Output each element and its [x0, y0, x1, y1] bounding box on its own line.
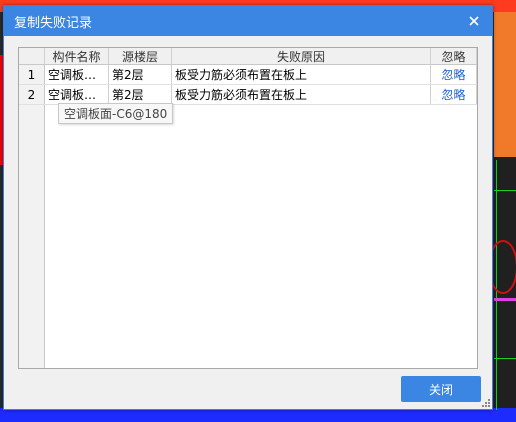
- bg-line: [494, 358, 516, 359]
- ignore-link[interactable]: 忽略: [431, 65, 477, 84]
- ignore-link[interactable]: 忽略: [431, 85, 477, 104]
- close-button[interactable]: 关闭: [401, 376, 481, 402]
- table-row[interactable]: 2 空调板… 第2层 板受力筋必须布置在板上 忽略: [19, 85, 477, 105]
- column-header-reason[interactable]: 失败原因: [172, 48, 431, 64]
- row-number: 1: [19, 65, 45, 84]
- failure-table: 构件名称 源楼层 失败原因 忽略 1 空调板… 第2层 板受力筋必须布置在板上 …: [18, 47, 478, 369]
- cell-failure-reason[interactable]: 板受力筋必须布置在板上: [172, 85, 431, 104]
- cell-failure-reason[interactable]: 板受力筋必须布置在板上: [172, 65, 431, 84]
- bg-shape: [494, 12, 516, 157]
- cell-source-floor[interactable]: 第2层: [109, 65, 172, 84]
- header-corner: [19, 48, 45, 64]
- bg-line: [494, 190, 516, 191]
- bg-line: [494, 298, 516, 301]
- column-header-floor[interactable]: 源楼层: [109, 48, 172, 64]
- cell-component-name[interactable]: 空调板…: [45, 65, 109, 84]
- close-icon[interactable]: [464, 11, 484, 31]
- dialog-title: 复制失败记录: [14, 15, 93, 31]
- table-row[interactable]: 1 空调板… 第2层 板受力筋必须布置在板上 忽略: [19, 65, 477, 85]
- cell-source-floor[interactable]: 第2层: [109, 85, 172, 104]
- bg-shape: [0, 408, 516, 422]
- column-header-name[interactable]: 构件名称: [45, 48, 109, 64]
- copy-failure-dialog: 复制失败记录 构件名称 源楼层 失败原因 忽略 1 空调板… 第2层 板受力筋必…: [3, 5, 493, 410]
- column-header-ignore[interactable]: 忽略: [431, 48, 477, 64]
- table-header: 构件名称 源楼层 失败原因 忽略: [19, 48, 477, 65]
- resize-grip-icon[interactable]: [482, 399, 490, 407]
- name-tooltip: 空调板面-C6@180: [58, 103, 174, 124]
- dialog-titlebar[interactable]: 复制失败记录: [4, 6, 492, 36]
- cell-component-name[interactable]: 空调板…: [45, 85, 109, 104]
- row-number: 2: [19, 85, 45, 104]
